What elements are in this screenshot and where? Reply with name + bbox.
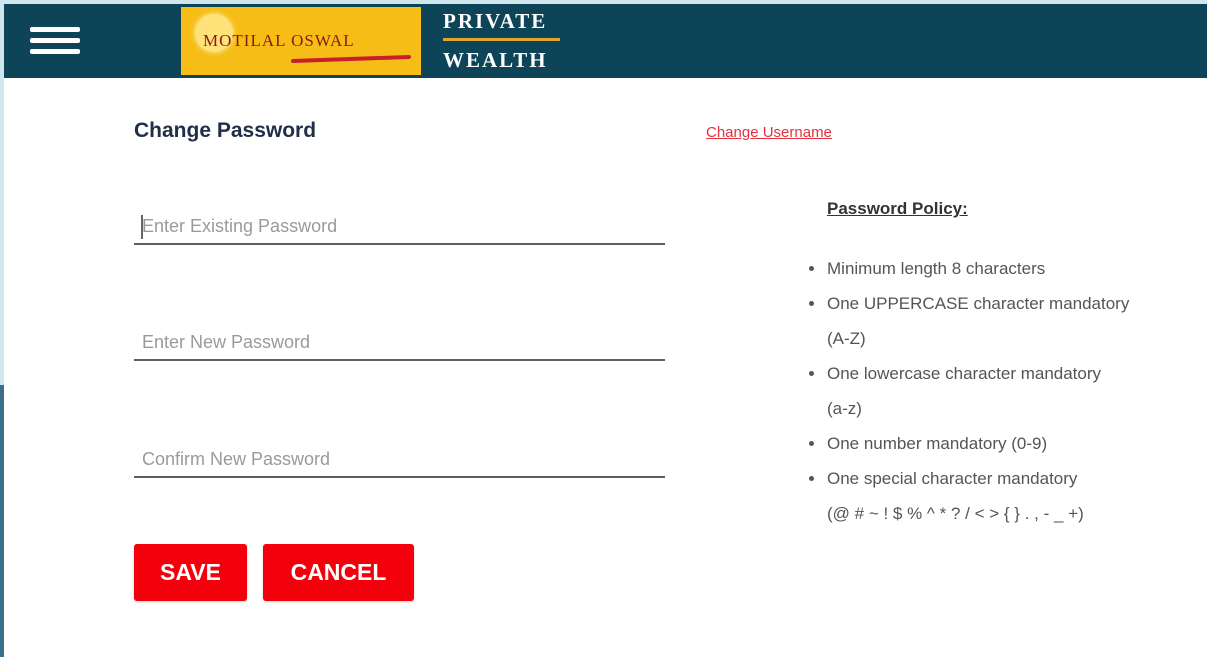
top-header-bar: MOTILAL OSWAL PRIVATE WEALTH xyxy=(4,4,1207,78)
hamburger-menu-icon[interactable] xyxy=(30,25,80,57)
policy-item-detail: (A-Z) xyxy=(827,329,866,348)
save-button[interactable]: SAVE xyxy=(134,544,247,601)
logo-text: MOTILAL OSWAL xyxy=(203,31,355,50)
confirm-password-input[interactable] xyxy=(134,442,665,478)
logo-swoosh xyxy=(290,54,412,64)
private-wealth-line2: WEALTH xyxy=(443,48,548,72)
policy-item-text: One UPPERCASE character mandatory xyxy=(827,294,1130,313)
change-username-link[interactable]: Change Username xyxy=(706,124,832,141)
policy-item-text: One special character mandatory xyxy=(827,469,1078,488)
private-wealth-divider xyxy=(443,38,560,41)
policy-item-text: Minimum length 8 characters xyxy=(827,259,1046,278)
text-caret xyxy=(141,215,143,239)
policy-item-detail: (@ # ~ ! $ % ^ * ? / < > { } . , - _ +) xyxy=(827,504,1084,523)
policy-item: One number mandatory (0-9) xyxy=(826,426,1207,461)
cancel-button[interactable]: CANCEL xyxy=(263,544,414,601)
policy-item-text: One number mandatory (0-9) xyxy=(827,434,1048,453)
policy-item: One lowercase character mandatory (a-z) xyxy=(826,356,1207,426)
new-password-input[interactable] xyxy=(134,325,665,361)
policy-item: One UPPERCASE character mandatory (A-Z) xyxy=(826,286,1207,356)
page-title: Change Password xyxy=(134,119,317,142)
policy-item: One special character mandatory (@ # ~ ! … xyxy=(826,461,1207,531)
password-policy-list: Minimum length 8 characters One UPPERCAS… xyxy=(806,251,1207,531)
private-wealth-line1: PRIVATE xyxy=(443,9,548,33)
policy-item-text: One lowercase character mandatory xyxy=(827,364,1102,383)
existing-password-input[interactable] xyxy=(134,209,665,245)
app-window: MOTILAL OSWAL PRIVATE WEALTH Change Pass… xyxy=(4,4,1207,657)
policy-item: Minimum length 8 characters xyxy=(826,251,1207,286)
motilal-oswal-logo[interactable]: MOTILAL OSWAL xyxy=(181,7,421,75)
policy-item-detail: (a-z) xyxy=(827,399,862,418)
password-policy-title: Password Policy: xyxy=(827,199,968,218)
